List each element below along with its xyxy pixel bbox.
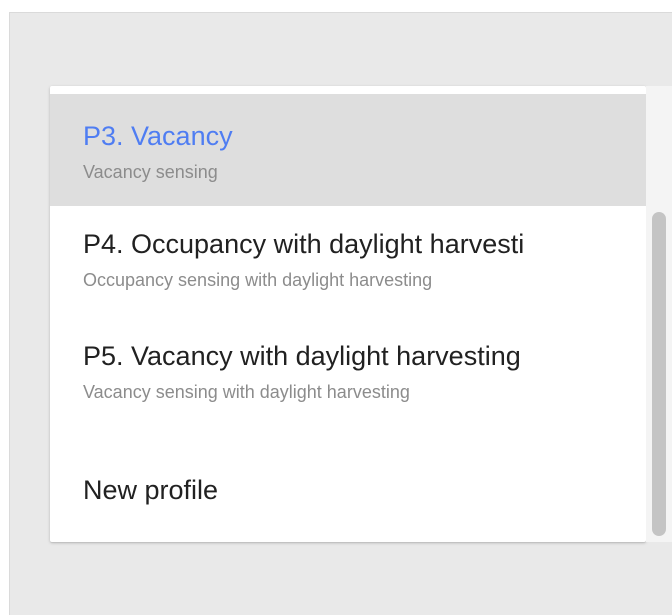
option-title: P5. Vacancy with daylight harvesting	[83, 341, 521, 371]
option-subtitle: Occupancy sensing with daylight harvesti…	[83, 270, 433, 290]
new-profile-option[interactable]: New profile	[50, 430, 646, 542]
option-title: P3. Vacancy	[83, 121, 233, 151]
scrollbar-thumb[interactable]	[652, 212, 666, 536]
profile-option-p5-vacancy-daylight[interactable]: P5. Vacancy with daylight harvesting Vac…	[50, 318, 646, 430]
profile-option-list: P3. Vacancy Vacancy sensing P4. Occupanc…	[50, 94, 646, 542]
profile-dropdown-menu: P3. Vacancy Vacancy sensing P4. Occupanc…	[50, 86, 646, 542]
option-title: P4. Occupancy with daylight harvesti	[83, 229, 525, 259]
option-subtitle: Vacancy sensing with daylight harvesting	[83, 382, 410, 402]
profile-option-p4-occupancy-daylight[interactable]: P4. Occupancy with daylight harvesti Occ…	[50, 206, 646, 318]
option-title: New profile	[83, 475, 219, 505]
profile-option-p3-vacancy[interactable]: P3. Vacancy Vacancy sensing	[50, 94, 646, 206]
option-subtitle: Vacancy sensing	[83, 162, 218, 182]
